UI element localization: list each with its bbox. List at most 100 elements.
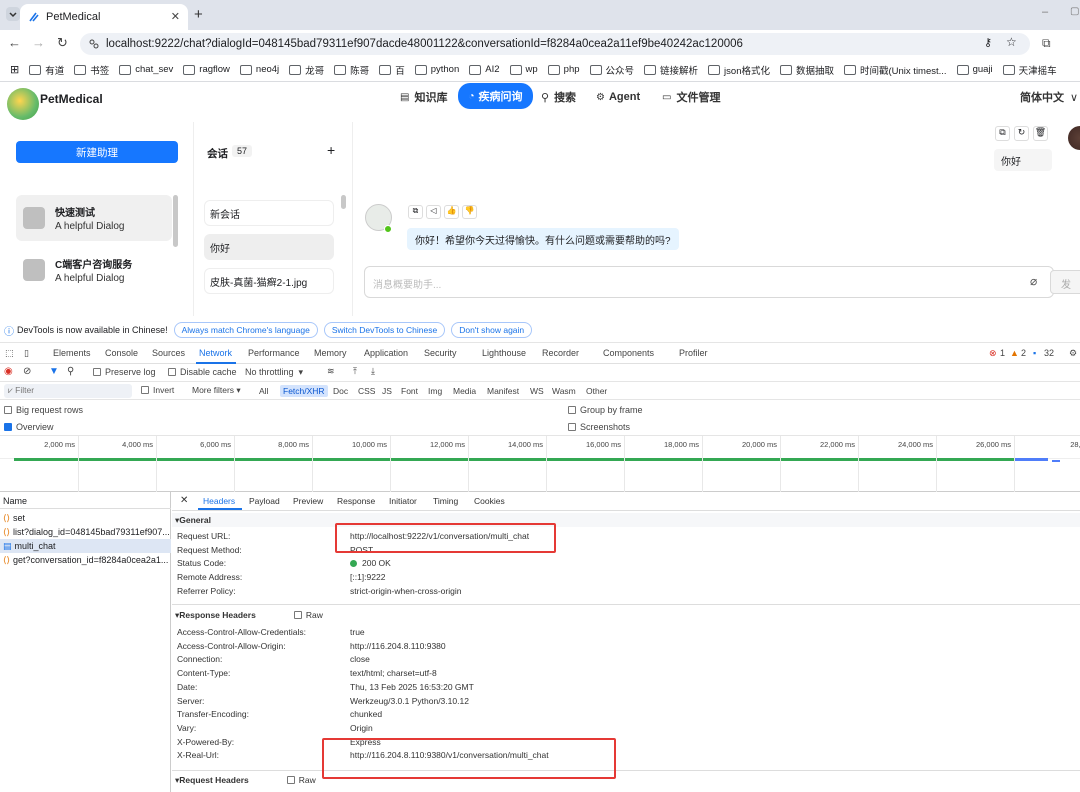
dont-show-again-button[interactable]: Don't show again <box>451 322 533 338</box>
regenerate-icon[interactable]: ↻ <box>1014 126 1029 141</box>
settings-gear-icon[interactable]: ⚙ <box>1069 348 1077 359</box>
filter-manifest[interactable]: Manifest <box>484 385 522 397</box>
tab-response[interactable]: Response <box>337 496 375 506</box>
new-tab-icon[interactable]: + <box>194 6 203 23</box>
minimize-icon[interactable]: – <box>1042 6 1048 18</box>
bookmark-item[interactable]: 书签 <box>74 63 109 77</box>
nav-agent[interactable]: ⚙ Agent <box>596 83 640 111</box>
assistant-scrollbar[interactable] <box>173 195 178 247</box>
browser-tab[interactable]: PetMedical ✕ <box>20 4 188 30</box>
filter-media[interactable]: Media <box>450 385 479 397</box>
bookmark-item[interactable]: wp <box>509 64 538 75</box>
request-row-selected[interactable]: ▤ multi_chat <box>0 539 171 553</box>
response-headers-section-header[interactable]: ▾ Response Headers Raw <box>172 608 1080 622</box>
bookmark-item[interactable]: AI2 <box>469 64 500 75</box>
bookmark-item[interactable]: json格式化 <box>708 63 770 77</box>
close-icon[interactable]: ✕ <box>180 495 188 506</box>
tab-profiler[interactable]: Profiler <box>679 348 708 358</box>
clear-icon[interactable]: ⊘ <box>23 366 31 377</box>
preserve-log-checkbox[interactable]: Preserve log <box>93 367 156 377</box>
import-har-icon[interactable]: ⤒ <box>353 366 357 377</box>
filter-input[interactable]: ⩗ Filter <box>4 384 132 398</box>
tab-recorder[interactable]: Recorder <box>542 348 579 358</box>
message-count[interactable]: 32 <box>1044 348 1054 358</box>
filter-img[interactable]: Img <box>425 385 445 397</box>
thumbs-up-icon[interactable]: 👍 <box>444 205 459 219</box>
invert-checkbox[interactable]: Invert <box>141 385 174 395</box>
tab-console[interactable]: Console <box>105 348 138 358</box>
bookmark-item[interactable]: 百 <box>379 63 405 77</box>
filter-icon[interactable]: ▼ <box>49 366 59 377</box>
filter-other[interactable]: Other <box>583 385 610 397</box>
close-icon[interactable]: ✕ <box>171 10 180 23</box>
copy-icon[interactable]: ⧉ <box>408 205 423 219</box>
bookmark-item[interactable]: 链接解析 <box>644 63 698 77</box>
back-icon[interactable]: ← <box>8 35 21 50</box>
copy-icon[interactable]: ⧉ <box>995 126 1010 141</box>
bookmark-item[interactable]: 陈哥 <box>334 63 369 77</box>
disable-cache-checkbox[interactable]: Disable cache <box>168 367 237 377</box>
nav-disease-inquiry[interactable]: ◔ 疾病问询 <box>458 83 533 109</box>
bookmark-item[interactable]: 公众号 <box>589 63 634 77</box>
apps-grid-icon[interactable]: ⊞ <box>10 63 19 76</box>
nav-search[interactable]: ⚲ 搜索 <box>541 83 576 111</box>
session-item[interactable]: 你好 <box>204 234 334 260</box>
language-select[interactable]: 简体中文 ∨ <box>1020 83 1078 111</box>
bookmark-item[interactable]: python <box>414 64 459 75</box>
throttling-select[interactable]: No throttling ▾ <box>245 367 303 378</box>
add-session-icon[interactable]: + <box>327 142 335 158</box>
export-har-icon[interactable]: ⤓ <box>371 366 375 377</box>
request-row[interactable]: ⟨⟩ list?dialog_id=048145bad79311ef907... <box>0 525 171 539</box>
screenshots-checkbox[interactable]: Screenshots <box>568 422 630 432</box>
bookmark-item[interactable]: 数据抽取 <box>779 63 834 77</box>
overview-checkbox[interactable]: Overview <box>4 422 54 432</box>
tab-headers[interactable]: Headers <box>203 496 235 506</box>
filter-ws[interactable]: WS <box>527 385 547 397</box>
big-request-rows-checkbox[interactable]: Big request rows <box>4 405 83 415</box>
nav-knowledge-base[interactable]: ▤ 知识库 <box>400 83 447 111</box>
nav-file-management[interactable]: ▭ 文件管理 <box>662 83 720 111</box>
forward-icon[interactable]: → <box>32 35 45 50</box>
error-count[interactable]: 1 <box>1000 348 1005 358</box>
bookmark-item[interactable]: ragflow <box>183 64 230 75</box>
general-section-header[interactable]: ▾ General <box>172 513 1080 527</box>
maximize-icon[interactable]: ▢ <box>1070 6 1079 17</box>
address-bar[interactable]: localhost:9222/chat?dialogId=048145bad79… <box>80 33 1030 55</box>
raw-checkbox[interactable]: Raw <box>293 610 323 620</box>
chat-input[interactable]: 消息概要助手... <box>364 266 1054 298</box>
switch-chinese-button[interactable]: Switch DevTools to Chinese <box>323 322 446 338</box>
new-assistant-button[interactable]: 新建助理 <box>16 141 178 163</box>
bookmark-item[interactable]: php <box>547 64 580 75</box>
tab-payload[interactable]: Payload <box>249 496 280 506</box>
record-icon[interactable]: ◉ <box>4 366 13 377</box>
name-column-header[interactable]: Name <box>3 496 27 506</box>
filter-js[interactable]: JS <box>379 385 395 397</box>
request-row[interactable]: ⟨⟩ get?conversation_id=f8284a0cea2a1... <box>0 553 171 567</box>
tab-timing[interactable]: Timing <box>433 496 458 506</box>
request-row[interactable]: ⟨⟩ set <box>0 511 171 525</box>
extensions-icon[interactable]: ⧉ <box>1042 36 1051 51</box>
filter-all[interactable]: All <box>256 385 271 397</box>
assistant-item[interactable]: 快速测试 A helpful Dialog <box>16 195 172 241</box>
raw-checkbox[interactable]: Raw <box>286 775 316 785</box>
speaker-icon[interactable]: ◁ <box>426 205 441 219</box>
tab-lighthouse[interactable]: Lighthouse <box>482 348 526 358</box>
tab-components[interactable]: Components <box>603 348 654 358</box>
bookmark-item[interactable]: chat_sev <box>119 64 173 75</box>
session-item[interactable]: 皮肤-真菌-猫癣2-1.jpg <box>204 268 334 294</box>
inspect-element-icon[interactable]: ⬚ <box>5 348 14 359</box>
filter-wasm[interactable]: Wasm <box>549 385 579 397</box>
session-scrollbar[interactable] <box>341 195 346 209</box>
device-toolbar-icon[interactable]: ▯ <box>24 348 29 359</box>
delete-icon[interactable]: 🗑 <box>1033 126 1048 141</box>
warning-count[interactable]: 2 <box>1021 348 1026 358</box>
filter-doc[interactable]: Doc <box>330 385 351 397</box>
network-conditions-icon[interactable]: ≋ <box>327 366 335 377</box>
filter-css[interactable]: CSS <box>355 385 378 397</box>
tab-search-button[interactable] <box>6 7 20 21</box>
thumbs-down-icon[interactable]: 👎 <box>462 205 477 219</box>
request-headers-section-header[interactable]: ▾ Request Headers Raw <box>172 773 1080 787</box>
send-button[interactable]: 发 <box>1050 270 1080 294</box>
tab-security[interactable]: Security <box>424 348 457 358</box>
assistant-item[interactable]: C端客户咨询服务 A helpful Dialog <box>16 247 172 293</box>
